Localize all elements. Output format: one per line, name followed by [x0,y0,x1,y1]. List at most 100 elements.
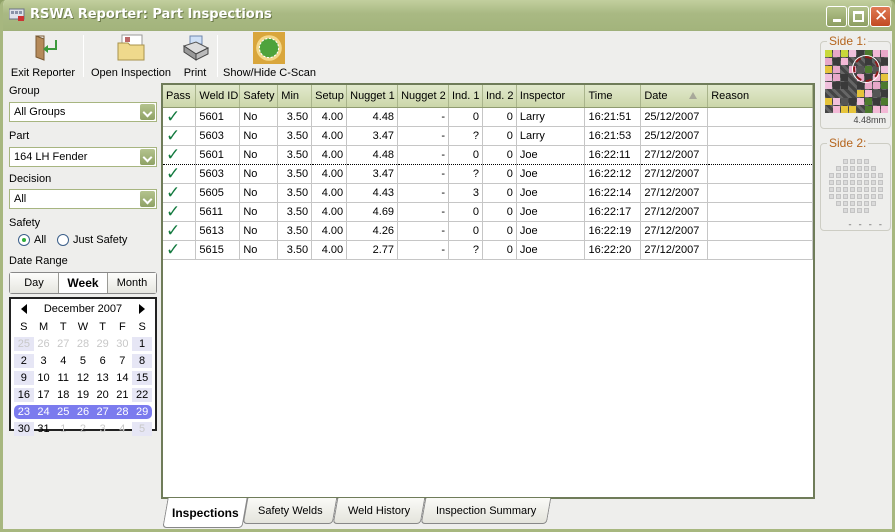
calendar-day[interactable]: 7 [113,354,133,368]
cscan-side-2-image[interactable] [829,159,885,217]
calendar-day[interactable]: 9 [14,371,34,385]
chevron-down-icon[interactable] [140,104,155,120]
column-header-inspector[interactable]: Inspector [516,85,586,108]
calendar-month-label: December 2007 [43,303,123,315]
calendar-day[interactable]: 4 [113,422,133,436]
calendar-day[interactable]: 2 [73,422,93,436]
calendar-day[interactable]: 6 [93,354,113,368]
calendar-day[interactable]: 29 [132,405,152,419]
column-header-min[interactable]: Min [277,85,313,108]
column-header-nugget-2[interactable]: Nugget 2 [397,85,449,108]
calendar-week[interactable]: 16 17 18 19 20 21 22 [14,388,152,402]
calendar-day[interactable]: 25 [53,405,74,419]
table-row[interactable]: ✓ 5611 No 3.50 4.00 4.69-0 0 Joe 16:22:17 27/12/2… [163,202,813,222]
table-row[interactable]: ✓ 5601 No 3.50 4.00 4.48-0 0 Joe 16:22:11 27/12/2… [163,144,813,165]
calendar-day[interactable]: 16 [14,388,34,402]
calendar-day[interactable]: 5 [73,354,93,368]
calendar-day[interactable]: 26 [73,405,93,419]
pass-check-icon: ✓ [166,221,181,240]
calendar-day[interactable]: 1 [53,422,73,436]
calendar-week[interactable]: 30 31 1 2 3 4 5 [14,422,152,436]
minimize-button[interactable] [826,6,847,27]
calendar-day[interactable]: 14 [113,371,133,385]
cscan-side-1-image[interactable] [825,50,888,113]
group-select[interactable]: All Groups [9,102,157,122]
table-row[interactable]: ✓ 5603 No 3.50 4.00 3.47-? 0 Joe 16:22:12 27/12/2… [163,164,813,184]
calendar-day[interactable]: 30 [113,337,133,351]
column-header-ind-2[interactable]: Ind. 2 [482,85,517,108]
calendar-day[interactable]: 30 [14,422,34,436]
calendar-day[interactable]: 3 [34,354,54,368]
calendar-day[interactable]: 5 [132,422,152,436]
exit-reporter-button[interactable]: Exit Reporter [6,31,80,81]
table-row[interactable]: ✓ 5615 No 3.50 4.00 2.77-? 0 Joe 16:22:20 27/12/2… [163,240,813,260]
calendar-day[interactable]: 2 [14,354,34,368]
column-header-setup[interactable]: Setup [311,85,348,108]
calendar-day[interactable]: 20 [93,388,113,402]
calendar-day[interactable]: 11 [53,371,73,385]
calendar-week[interactable]: 9 10 11 12 13 14 15 [14,371,152,385]
calendar-next-icon[interactable] [139,304,145,314]
tab-inspection-summary[interactable]: Inspection Summary [420,498,552,524]
maximize-button[interactable] [848,6,869,27]
calendar-day[interactable]: 28 [73,337,93,351]
calendar-day[interactable]: 24 [33,405,54,419]
column-header-pass[interactable]: Pass [163,85,197,108]
tab-weld-history[interactable]: Weld History [332,498,426,524]
calendar-day[interactable]: 8 [132,354,152,368]
tab-safety-welds[interactable]: Safety Welds [242,498,338,524]
part-select[interactable]: 164 LH Fender [9,147,157,167]
title-bar[interactable]: RSWA Reporter: Part Inspections ✕ [3,0,892,31]
chevron-down-icon[interactable] [140,191,155,207]
column-header-reason[interactable]: Reason [707,85,813,108]
table-row[interactable]: ✓ 5603 No 3.50 4.00 3.47-? 0 Larry 16:21:53 25/12… [163,126,813,146]
chevron-down-icon[interactable] [140,149,155,165]
calendar-week[interactable]: 25 26 27 28 29 30 1 [14,337,152,351]
calendar-day[interactable]: 29 [93,337,113,351]
column-header-time[interactable]: Time [584,85,642,108]
calendar-day[interactable]: 21 [113,388,133,402]
column-header-ind-1[interactable]: Ind. 1 [448,85,483,108]
column-header-date[interactable]: Date [640,85,709,108]
date-range-day-button[interactable]: Day [10,273,59,293]
decision-select[interactable]: All [9,189,157,209]
table-row[interactable]: ✓ 5613 No 3.50 4.00 4.26-0 0 Joe 16:22:19 27/12/2… [163,221,813,241]
calendar-day[interactable]: 18 [53,388,73,402]
calendar-day[interactable]: 22 [132,388,152,402]
calendar-day[interactable]: 12 [73,371,93,385]
close-button[interactable]: ✕ [870,6,891,27]
calendar-day[interactable]: 4 [53,354,73,368]
show-hide-cscan-button[interactable]: Show/Hide C-Scan [223,31,316,81]
decision-value: All [14,193,27,205]
calendar-day[interactable]: 13 [93,371,113,385]
column-header-weld-id[interactable]: Weld ID [195,85,241,108]
date-range-month-button[interactable]: Month [108,273,156,293]
calendar-day[interactable]: 15 [132,371,152,385]
calendar-day[interactable]: 28 [112,405,133,419]
safety-radio-all[interactable]: All [18,234,46,246]
column-header-safety[interactable]: Safety [239,85,279,108]
calendar-week[interactable]: 23 24 25 26 27 28 29 [14,405,152,419]
calendar-day[interactable]: 27 [92,405,113,419]
open-inspection-button[interactable]: Open Inspection [88,31,174,81]
column-header-nugget-1[interactable]: Nugget 1 [346,85,399,108]
safety-radio-just-safety[interactable]: Just Safety [57,234,127,246]
cell-setup: 4.00 [311,202,348,222]
calendar-day[interactable]: 26 [34,337,54,351]
calendar-day[interactable]: 1 [132,337,152,351]
calendar-day[interactable]: 17 [34,388,54,402]
calendar-day[interactable]: 25 [14,337,34,351]
date-range-week-button[interactable]: Week [59,273,108,293]
cscan-empty-cell [829,187,834,192]
calendar-day[interactable]: 31 [34,422,54,436]
print-button[interactable]: Print [177,31,213,81]
calendar-day[interactable]: 19 [73,388,93,402]
calendar-day[interactable]: 23 [14,405,34,419]
calendar-day[interactable]: 10 [34,371,54,385]
table-row[interactable]: ✓ 5601 No 3.50 4.00 4.48-0 0 Larry 16:21:51 25/12… [163,107,813,127]
table-row[interactable]: ✓ 5605 No 3.50 4.00 4.43-3 0 Joe 16:22:14 27/12/2… [163,183,813,203]
calendar-day[interactable]: 3 [93,422,113,436]
calendar-week[interactable]: 2345678 [14,354,152,368]
calendar-day[interactable]: 27 [53,337,73,351]
tab-inspections[interactable]: Inspections [162,498,248,528]
